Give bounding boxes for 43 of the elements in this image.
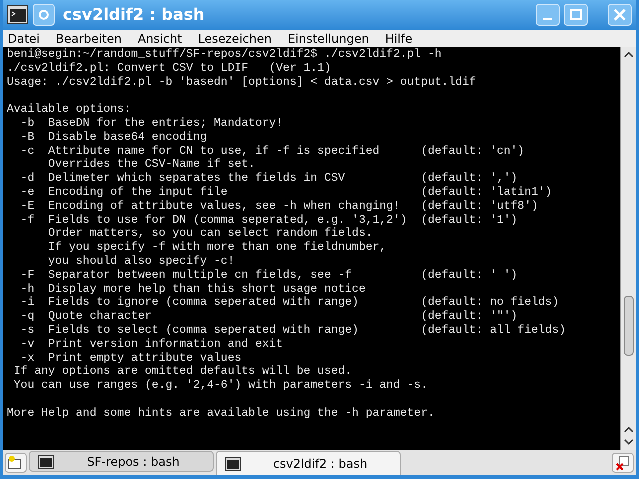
terminal-line: -c Attribute name for CN to use, if -f is specified (default: 'cn') [20,144,525,158]
scroll-up-icon[interactable] [622,50,634,60]
scroll-down-icon[interactable] [622,437,634,447]
terminal-line: Order matters, so you can select random fields. [47,227,373,242]
terminal-line: -i Fields to ignore (comma seperated with range) (default: no fields) [20,296,560,310]
terminal-line: -v Print version information and exit [20,338,284,352]
terminal-line: -x Print empty attribute values [20,352,242,366]
terminal-line: Overrides the CSV-Name if set. [47,158,256,172]
close-tab-icon[interactable] [612,453,634,473]
new-tab-icon[interactable] [5,453,27,473]
terminal-line: -s Fields to select (comma seperated with range) (default: all fields) [20,324,566,338]
terminal-line: If any options are omitted defaults will be used. [12,365,352,380]
terminal-line: -d Delimeter which separates the fields in CSV (default: ',') [20,172,518,186]
menu-item[interactable]: Bearbeiten [56,30,122,48]
terminal-icon [38,454,54,468]
scroll-up-icon[interactable] [622,425,634,435]
terminal-line: -e Encoding of the input file (default: 'latin1') [20,186,552,200]
menu-item[interactable]: Ansicht [138,30,182,48]
terminal-line: -B Disable base64 encoding [20,130,208,145]
tab[interactable]: csv2ldif2 : bash [216,451,401,475]
menu-item[interactable]: Lesezeichen [198,30,272,48]
terminal-line: Available options: [7,103,132,117]
terminal-line: -E Encoding of attribute values, see -h when changing! (default: 'utf8') [20,200,538,214]
terminal-line: beni@segin:~/random_stuff/SF-repos/csv2ldif2$ ./csv2ldif2.pl -h [7,48,442,62]
tab[interactable]: SF-repos : bash [29,451,214,472]
menu-item[interactable]: Datei [8,30,40,48]
terminal-line: -b BaseDN for the entries; Mandatory! [20,116,284,131]
terminal-line: -F Separator between multiple cn fields, see -f (default: ' ') [20,268,518,283]
terminal-icon [225,456,241,470]
terminal-icon[interactable] [7,5,29,25]
terminal-line: More Help and some hints are available using the -h parameter. [7,406,435,421]
menu-item[interactable]: Hilfe [385,30,413,48]
window-title: csv2ldif2 : bash [63,4,206,26]
terminal-line: -f Fields to use for DN (comma seperated, e.g. '3,1,2') (default: '1') [20,214,518,228]
terminal-line: you should also specify -c! [47,254,235,269]
terminal-line: If you specify -f with more than one fieldnumber, [47,241,387,255]
terminal-line: -h Display more help than this short usage notice [20,282,366,296]
scrollbar-thumb[interactable] [624,296,634,356]
terminal-line: -q Quote character (default: '"') [20,310,518,324]
terminal-line: Usage: ./csv2ldif2.pl -b 'basedn' [options] < data.csv > output.ldif [7,76,476,90]
terminal-line: ./csv2ldif2.pl: Convert CSV to LDIF (Ver 1.1) [7,62,332,76]
menu-item[interactable]: Einstellungen [288,30,370,48]
terminal-line: You can use ranges (e.g. '2,4-6') with parameters -i and -s. [12,379,428,393]
